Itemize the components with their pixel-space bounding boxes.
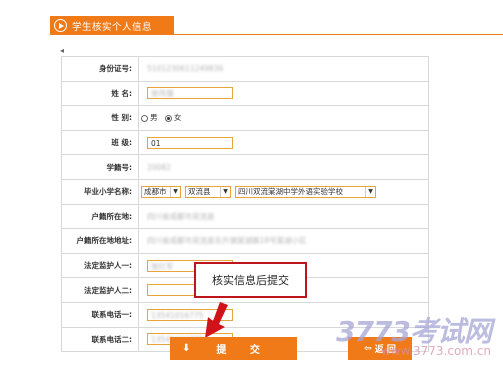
row-name: 姓 名: 张伟强 xyxy=(61,80,429,107)
chevron-down-icon: ▼ xyxy=(170,186,180,197)
guardian1-label: 法定监护人一: xyxy=(61,252,139,279)
hukou-label: 户籍所在地: xyxy=(61,203,139,230)
hukou-value: 四川省成都市双流县 xyxy=(147,211,215,221)
back-arrow-icon[interactable]: ◂ xyxy=(60,46,64,55)
id-number-label: 身份证号: xyxy=(61,56,139,82)
gender-male-radio[interactable] xyxy=(141,114,148,122)
name-label: 姓 名: xyxy=(61,80,139,107)
chevron-down-icon: ▼ xyxy=(365,186,375,197)
site-watermark: 3773考试网 www.3773.com.cn xyxy=(336,310,492,358)
down-arrow-icon: ⬇ xyxy=(182,343,191,354)
gender-female-label: 女 xyxy=(173,113,182,123)
section-title: 学生核实个人信息 xyxy=(72,21,153,33)
row-address: 户籍所在地地址: 四川省成都市双流县东升镇棠湖路18号棠湖小区 xyxy=(61,228,429,254)
chevron-down-icon: ▼ xyxy=(220,186,230,197)
student-info-form: 身份证号: 5101230611249836 姓 名: 张伟强 性 别: 男 女… xyxy=(61,56,429,353)
row-class: 班 级: 01 xyxy=(61,129,429,156)
phone1-label: 联系电话一: xyxy=(61,301,139,328)
submit-button[interactable]: ⬇ 提 交 xyxy=(170,337,297,360)
gender-female-radio[interactable] xyxy=(164,114,172,122)
address-label: 户籍所在地地址: xyxy=(61,228,139,254)
row-id-number: 身份证号: 5101230611249836 xyxy=(61,56,429,82)
class-label: 班 级: xyxy=(61,129,139,156)
gender-label: 性 别: xyxy=(61,105,139,131)
row-hukou: 户籍所在地: 四川省成都市双流县 xyxy=(61,203,429,230)
section-header: 学生核实个人信息 xyxy=(50,16,174,35)
row-student-no: 学籍号: 20082 xyxy=(61,154,429,180)
guardian2-label: 法定监护人二: xyxy=(61,277,139,303)
id-number-value: 5101230611249836 xyxy=(147,64,224,74)
header-divider xyxy=(174,34,503,35)
submit-button-label: 提 交 xyxy=(216,345,270,356)
city-select[interactable]: 成都市 ▼ xyxy=(141,185,181,198)
name-input[interactable]: 张伟强 xyxy=(147,87,233,100)
red-pointer-arrow-icon xyxy=(205,302,228,338)
play-circle-icon xyxy=(54,19,67,32)
school-select[interactable]: 四川双流棠湖中学外语实验学校 ▼ xyxy=(235,185,376,198)
class-input[interactable]: 01 xyxy=(147,136,233,149)
row-school: 毕业小学名称: 成都市 ▼ 双流县 ▼ 四川双流棠湖中学外语实验学校 ▼ xyxy=(61,178,429,205)
student-no-label: 学籍号: xyxy=(61,154,139,180)
phone2-label: 联系电话二: xyxy=(61,326,139,353)
gender-male-label: 男 xyxy=(150,113,158,123)
row-gender: 性 别: 男 女 xyxy=(61,105,429,131)
county-select[interactable]: 双流县 ▼ xyxy=(185,185,231,198)
school-label: 毕业小学名称: xyxy=(61,178,139,205)
student-no-value: 20082 xyxy=(147,162,171,172)
address-value: 四川省成都市双流县东升镇棠湖路18号棠湖小区 xyxy=(147,236,307,246)
verify-callout: 核实信息后提交 xyxy=(194,262,307,298)
